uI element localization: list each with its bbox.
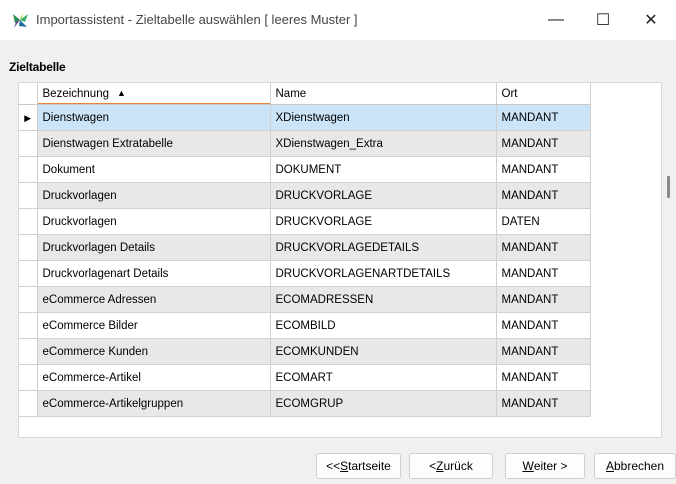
table-row[interactable]: eCommerce-Artikelgruppen ECOMGRUP MANDANT	[19, 390, 591, 417]
row-indicator	[19, 156, 38, 183]
button-mnemonic: A	[605, 459, 614, 473]
button-prefix: <	[429, 459, 437, 473]
row-indicator	[19, 182, 38, 209]
button-label-rest: eiter >	[533, 459, 568, 473]
button-prefix: <<	[326, 459, 341, 473]
cell-bezeichnung: Druckvorlagen	[37, 208, 271, 235]
cell-ort: MANDANT	[496, 130, 591, 157]
cell-bezeichnung: Dokument	[37, 156, 271, 183]
row-indicator	[19, 338, 38, 365]
row-indicator	[19, 390, 38, 417]
column-header-label: Ort	[501, 87, 518, 100]
cell-ort: MANDANT	[496, 364, 591, 391]
cell-name: DRUCKVORLAGEDETAILS	[270, 234, 497, 261]
cell-bezeichnung: eCommerce Adressen	[37, 286, 271, 313]
cell-bezeichnung: eCommerce-Artikelgruppen	[37, 390, 271, 417]
table-row[interactable]: eCommerce Kunden ECOMKUNDEN MANDANT	[19, 338, 591, 365]
cancel-button[interactable]: Abbrechen	[594, 453, 676, 479]
grid-header-row: Bezeichnung ▲ Name Ort	[19, 83, 591, 105]
table-row[interactable]: Dienstwagen Extratabelle XDienstwagen_Ext…	[19, 130, 591, 157]
button-label-rest: bbrechen	[613, 459, 665, 473]
cell-ort: MANDANT	[496, 156, 591, 183]
table-row[interactable]: eCommerce Bilder ECOMBILD MANDANT	[19, 312, 591, 339]
cell-bezeichnung: eCommerce Bilder	[37, 312, 271, 339]
close-button[interactable]: ✕	[628, 0, 674, 40]
column-header-name[interactable]: Name	[270, 83, 497, 105]
cell-name: XDienstwagen	[270, 104, 497, 131]
cell-bezeichnung: eCommerce-Artikel	[37, 364, 271, 391]
table-row[interactable]: ▶ Dienstwagen XDienstwagen MANDANT	[19, 104, 591, 131]
row-indicator	[19, 130, 38, 157]
cell-ort: MANDANT	[496, 260, 591, 287]
sort-ascending-icon: ▲	[117, 87, 126, 98]
column-header-label: Bezeichnung	[42, 87, 110, 100]
back-button[interactable]: < Zurück	[409, 453, 493, 479]
cell-name: ECOMART	[270, 364, 497, 391]
current-row-arrow-icon: ▶	[24, 112, 32, 123]
cell-ort: MANDANT	[496, 338, 591, 365]
table-row[interactable]: eCommerce Adressen ECOMADRESSEN MANDANT	[19, 286, 591, 313]
column-header-ort[interactable]: Ort	[496, 83, 591, 105]
cell-bezeichnung: eCommerce Kunden	[37, 338, 271, 365]
cell-ort: MANDANT	[496, 286, 591, 313]
row-indicator	[19, 234, 38, 261]
column-header-label: Name	[275, 87, 307, 100]
cell-ort: MANDANT	[496, 390, 591, 417]
cell-ort: MANDANT	[496, 312, 591, 339]
minimize-button[interactable]: —	[533, 0, 579, 40]
next-button[interactable]: Weiter >	[505, 453, 585, 479]
button-mnemonic: W	[522, 459, 534, 473]
cell-name: ECOMKUNDEN	[270, 338, 497, 365]
cell-ort: MANDANT	[496, 182, 591, 209]
cell-name: DOKUMENT	[270, 156, 497, 183]
table-row[interactable]: Druckvorlagenart Details DRUCKVORLAGENART…	[19, 260, 591, 287]
cell-bezeichnung: Druckvorlagen	[37, 182, 271, 209]
maximize-icon: ☐	[595, 12, 611, 29]
section-title: Zieltabelle	[9, 60, 66, 74]
column-header-bezeichnung[interactable]: Bezeichnung ▲	[37, 83, 271, 105]
close-icon: ✕	[644, 12, 658, 29]
table-row[interactable]: Druckvorlagen Details DRUCKVORLAGEDETAILS…	[19, 234, 591, 261]
cell-name: DRUCKVORLAGENARTDETAILS	[270, 260, 497, 287]
start-page-button[interactable]: << Startseite	[316, 453, 401, 479]
cell-ort: MANDANT	[496, 104, 591, 131]
row-indicator: ▶	[19, 104, 38, 131]
table-row[interactable]: eCommerce-Artikel ECOMART MANDANT	[19, 364, 591, 391]
cell-name: DRUCKVORLAGE	[270, 208, 497, 235]
button-mnemonic: S	[340, 459, 349, 473]
cell-bezeichnung: Druckvorlagenart Details	[37, 260, 271, 287]
cell-bezeichnung: Dienstwagen	[37, 104, 271, 131]
table-row[interactable]: Druckvorlagen DRUCKVORLAGE MANDANT	[19, 182, 591, 209]
button-label-rest: tartseite	[348, 459, 391, 473]
window-title: Importassistent - Zieltabelle auswählen …	[36, 12, 358, 27]
table-row[interactable]: Dokument DOKUMENT MANDANT	[19, 156, 591, 183]
cell-name: ECOMGRUP	[270, 390, 497, 417]
grid-body: ▶ Dienstwagen XDienstwagen MANDANT Dienstwag…	[19, 104, 591, 417]
cell-name: XDienstwagen_Extra	[270, 130, 497, 157]
row-indicator	[19, 286, 38, 313]
row-indicator	[19, 364, 38, 391]
target-table-grid[interactable]: Bezeichnung ▲ Name Ort ▶ Dienstwagen XDiens…	[18, 82, 662, 438]
cell-bezeichnung: Dienstwagen Extratabelle	[37, 130, 271, 157]
cell-name: DRUCKVORLAGE	[270, 182, 497, 209]
grid-table: Bezeichnung ▲ Name Ort ▶ Dienstwagen XDiens…	[19, 83, 591, 417]
cell-ort: DATEN	[496, 208, 591, 235]
row-indicator	[19, 312, 38, 339]
cell-ort: MANDANT	[496, 234, 591, 261]
row-indicator	[19, 208, 38, 235]
button-label-rest: urück	[443, 459, 473, 473]
table-row[interactable]: Druckvorlagen DRUCKVORLAGE DATEN	[19, 208, 591, 235]
row-indicator-header	[19, 83, 38, 105]
cell-name: ECOMBILD	[270, 312, 497, 339]
button-mnemonic: Z	[436, 459, 444, 473]
title-bar: Importassistent - Zieltabelle auswählen …	[0, 0, 676, 40]
minimize-icon: —	[548, 11, 564, 28]
maximize-button[interactable]: ☐	[580, 0, 626, 40]
cell-bezeichnung: Druckvorlagen Details	[37, 234, 271, 261]
app-logo-icon	[13, 13, 28, 28]
vertical-scrollbar-thumb[interactable]	[667, 176, 670, 198]
row-indicator	[19, 260, 38, 287]
cell-name: ECOMADRESSEN	[270, 286, 497, 313]
